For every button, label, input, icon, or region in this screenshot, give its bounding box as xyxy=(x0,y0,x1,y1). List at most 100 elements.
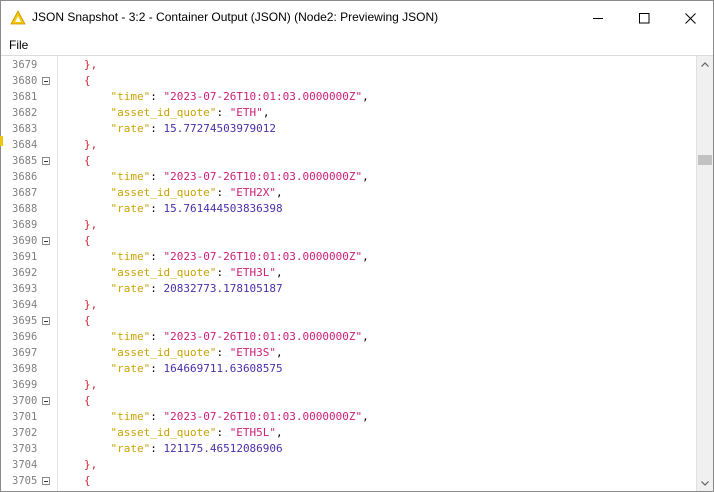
menu-file[interactable]: File xyxy=(9,38,28,52)
json-key: "time" xyxy=(110,170,151,183)
code-text: { xyxy=(84,313,91,329)
code-text: "asset_id_quote": "ETH3L", xyxy=(110,265,282,281)
json-key: "asset_id_quote" xyxy=(110,186,217,199)
code-text: "time": "2023-07-26T10:01:03.0000000Z", xyxy=(110,89,368,105)
code-line: 3693 "rate": 20832773.178105187 xyxy=(1,281,696,297)
title-bar[interactable]: JSON Snapshot - 3:2 - Container Output (… xyxy=(1,1,713,35)
json-number-value: 15.761444503836398 xyxy=(163,202,283,215)
json-string-value: "ETH" xyxy=(229,106,263,119)
json-colon: : xyxy=(216,186,230,199)
fold-toggle-icon[interactable] xyxy=(42,477,50,485)
json-comma: , xyxy=(276,346,283,359)
json-string-value: "ETH3S" xyxy=(229,346,277,359)
maximize-button[interactable] xyxy=(621,1,667,35)
code-line: 3685 { xyxy=(1,153,696,169)
minimize-button[interactable] xyxy=(575,1,621,35)
line-number: 3696 xyxy=(12,331,38,343)
code-line: 3686 "time": "2023-07-26T10:01:03.0000000… xyxy=(1,169,696,185)
json-brace: { xyxy=(84,394,91,407)
json-string-value: "2023-07-26T10:01:03.0000000Z" xyxy=(163,250,363,263)
json-number-value: 164669711.63608575 xyxy=(163,362,283,375)
fold-toggle-icon[interactable] xyxy=(42,77,50,85)
json-string-value: "2023-07-26T10:01:03.0000000Z" xyxy=(163,90,363,103)
line-number: 3704 xyxy=(12,459,38,471)
knime-warning-icon xyxy=(10,10,26,26)
json-colon: : xyxy=(216,426,230,439)
json-string-value: "ETH5L" xyxy=(229,426,277,439)
json-string-value: "ETH2X" xyxy=(229,186,277,199)
line-number: 3691 xyxy=(12,251,38,263)
fold-toggle-icon[interactable] xyxy=(42,317,50,325)
code-text: }, xyxy=(84,457,97,473)
line-number: 3681 xyxy=(12,91,38,103)
code-line: 3700 { xyxy=(1,393,696,409)
json-number-value: 121175.46512086906 xyxy=(163,442,283,455)
code-text: }, xyxy=(84,57,97,73)
code-line: 3681 "time": "2023-07-26T10:01:03.0000000… xyxy=(1,89,696,105)
code-line: 3703 "rate": 121175.46512086906 xyxy=(1,441,696,457)
json-string-value: "ETH3L" xyxy=(229,266,277,279)
json-string-value: "2023-07-26T10:01:03.0000000Z" xyxy=(163,410,363,423)
code-line: 3701 "time": "2023-07-26T10:01:03.0000000… xyxy=(1,409,696,425)
line-number: 3699 xyxy=(12,379,38,391)
code-text: }, xyxy=(84,217,97,233)
json-colon: : xyxy=(216,346,230,359)
fold-toggle-icon[interactable] xyxy=(42,157,50,165)
fold-toggle-icon[interactable] xyxy=(42,397,50,405)
line-number: 3683 xyxy=(12,123,38,135)
vertical-scrollbar[interactable] xyxy=(696,56,713,491)
code-text: }, xyxy=(84,377,97,393)
line-number: 3693 xyxy=(12,283,38,295)
code-text: "time": "2023-07-26T10:01:03.0000000Z", xyxy=(110,169,368,185)
json-brace: { xyxy=(84,474,91,487)
code-line: 3699}, xyxy=(1,377,696,393)
json-comma: , xyxy=(276,266,283,279)
scroll-thumb[interactable] xyxy=(698,154,712,165)
line-number: 3703 xyxy=(12,443,38,455)
json-number-value: 20832773.178105187 xyxy=(163,282,283,295)
code-text: "rate": 20832773.178105187 xyxy=(110,281,282,297)
line-number: 3702 xyxy=(12,427,38,439)
json-key: "time" xyxy=(110,330,151,343)
line-number: 3694 xyxy=(12,299,38,311)
code-line: 3704}, xyxy=(1,457,696,473)
code-text: { xyxy=(84,393,91,409)
left-edge-marker xyxy=(0,136,3,146)
line-number: 3697 xyxy=(12,347,38,359)
close-button[interactable] xyxy=(667,1,713,35)
code-line: 3705 { xyxy=(1,473,696,489)
json-brace: { xyxy=(84,74,91,87)
code-line: 3697 "asset_id_quote": "ETH3S", xyxy=(1,345,696,361)
line-number: 3684 xyxy=(12,139,38,151)
code-line: 3696 "time": "2023-07-26T10:01:03.0000000… xyxy=(1,329,696,345)
fold-toggle-icon[interactable] xyxy=(42,237,50,245)
json-key: "asset_id_quote" xyxy=(110,106,217,119)
scroll-up-button[interactable] xyxy=(697,56,713,72)
code-text: "rate": 121175.46512086906 xyxy=(110,441,282,457)
json-comma: , xyxy=(276,186,283,199)
chevron-down-icon xyxy=(701,480,709,486)
line-number: 3692 xyxy=(12,267,38,279)
line-number: 3690 xyxy=(12,235,38,247)
code-text: "asset_id_quote": "ETH3S", xyxy=(110,345,282,361)
code-line: 3682 "asset_id_quote": "ETH", xyxy=(1,105,696,121)
json-string-value: "2023-07-26T10:01:03.0000000Z" xyxy=(163,330,363,343)
code-text: "asset_id_quote": "ETH2X", xyxy=(110,185,282,201)
json-colon: : xyxy=(216,106,230,119)
json-colon: : xyxy=(150,90,164,103)
code-text: "rate": 164669711.63608575 xyxy=(110,361,282,377)
scroll-down-button[interactable] xyxy=(697,475,713,491)
json-key: "asset_id_quote" xyxy=(110,426,217,439)
code-line: 3698 "rate": 164669711.63608575 xyxy=(1,361,696,377)
menu-bar: File xyxy=(1,35,713,56)
json-editor[interactable]: 3679}, 3680 {3681 "time": "2023-07-26T10:01… xyxy=(1,56,696,491)
code-text: }, xyxy=(84,137,97,153)
minimize-icon xyxy=(592,17,603,19)
json-colon: : xyxy=(150,442,164,455)
close-icon xyxy=(684,12,696,24)
json-colon: : xyxy=(150,362,164,375)
code-line: 3684}, xyxy=(1,137,696,153)
line-number: 3698 xyxy=(12,363,38,375)
json-brace: }, xyxy=(84,138,98,151)
line-number: 3701 xyxy=(12,411,38,423)
